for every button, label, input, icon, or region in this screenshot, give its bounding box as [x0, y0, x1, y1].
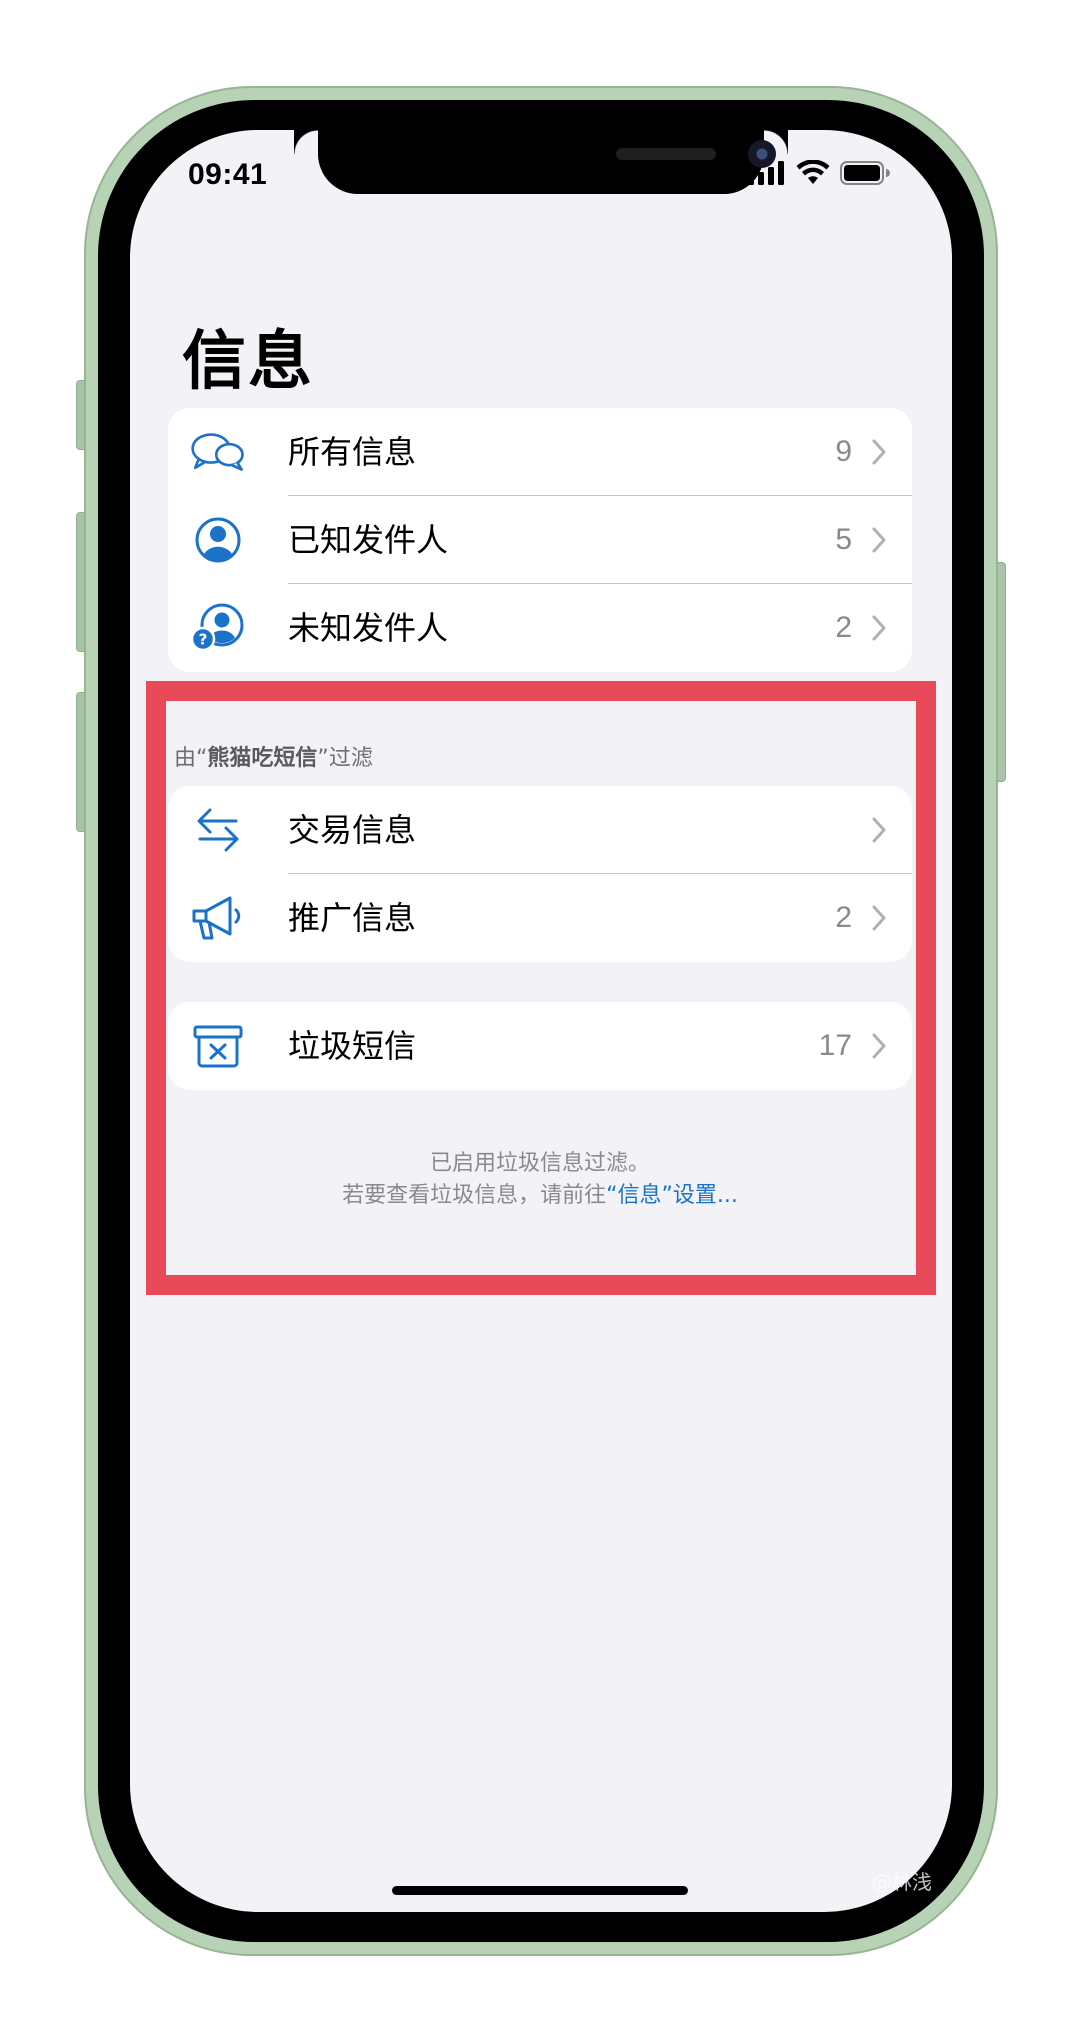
- speaker-grille: [616, 148, 716, 160]
- row-label: 未知发件人: [288, 609, 449, 647]
- settings-link[interactable]: “信息”设置...: [606, 1183, 738, 1208]
- status-time: 09:41: [188, 158, 268, 191]
- row-label: 垃圾短信: [288, 1027, 417, 1065]
- note-line-1: 已启用垃圾信息过滤。: [429, 1151, 650, 1176]
- row-label: 所有信息: [288, 433, 417, 471]
- row-count: 2: [835, 611, 852, 644]
- row-all-messages[interactable]: 所有信息 9: [168, 408, 912, 496]
- row-label: 推广信息: [288, 899, 417, 937]
- filter-header-suffix: ”过滤: [317, 746, 373, 771]
- notch: [318, 130, 788, 194]
- home-indicator[interactable]: [392, 1886, 688, 1895]
- junk-group: 垃圾短信 17: [168, 1002, 912, 1090]
- row-count: 5: [835, 523, 852, 556]
- row-known-senders[interactable]: 已知发件人 5: [168, 496, 912, 584]
- note-line-2-text: 若要查看垃圾信息，请前往: [342, 1183, 607, 1208]
- chevron-right-icon: [872, 817, 886, 843]
- row-label: 交易信息: [288, 811, 417, 849]
- unknown-person-icon: ?: [190, 600, 246, 656]
- chevron-right-icon: [872, 615, 886, 641]
- svg-text:?: ?: [199, 631, 208, 649]
- chevron-right-icon: [872, 905, 886, 931]
- filter-section-header: 由“熊猫吃短信”过滤: [174, 740, 373, 772]
- wifi-icon: [796, 159, 830, 190]
- row-count: 17: [818, 1029, 852, 1062]
- chevron-right-icon: [872, 1033, 886, 1059]
- arrows-swap-icon: [190, 802, 246, 858]
- row-promotions[interactable]: 推广信息 2: [168, 874, 912, 962]
- row-count: 2: [835, 901, 852, 934]
- cellular-signal-icon: [748, 161, 786, 189]
- inbox-group: 所有信息 9 已知发件人 5 ? 未知发件人 2: [168, 408, 912, 672]
- row-unknown-senders[interactable]: ? 未知发件人 2: [168, 584, 912, 672]
- filter-header-prefix: 由“: [174, 746, 208, 771]
- junk-filter-note: 已启用垃圾信息过滤。 若要查看垃圾信息，请前往“信息”设置...: [168, 1148, 912, 1212]
- chevron-right-icon: [872, 527, 886, 553]
- chat-bubbles-icon: [190, 424, 246, 480]
- person-circle-icon: [190, 512, 246, 568]
- row-count: 9: [835, 435, 852, 468]
- row-label: 已知发件人: [288, 521, 449, 559]
- status-icons: [748, 159, 890, 190]
- screenshot-stage: 09:41 信息 所有信息 9 已知发件人 5 ? 未知发件人 2 由“熊猫吃短…: [0, 0, 1080, 2040]
- phone-screen: 09:41 信息 所有信息 9 已知发件人 5 ? 未知发件人 2 由“熊猫吃短…: [130, 130, 952, 1912]
- row-junk[interactable]: 垃圾短信 17: [168, 1002, 912, 1090]
- battery-icon: [840, 161, 890, 189]
- filtered-group: 交易信息 推广信息 2: [168, 786, 912, 962]
- megaphone-icon: [190, 890, 246, 946]
- filter-app-name: 熊猫吃短信: [207, 746, 318, 771]
- watermark: @林浅: [872, 1870, 932, 1894]
- chevron-right-icon: [872, 439, 886, 465]
- trash-box-icon: [190, 1018, 246, 1074]
- row-transactions[interactable]: 交易信息: [168, 786, 912, 874]
- page-title: 信息: [182, 325, 314, 399]
- note-line-2: 若要查看垃圾信息，请前往“信息”设置...: [168, 1180, 912, 1212]
